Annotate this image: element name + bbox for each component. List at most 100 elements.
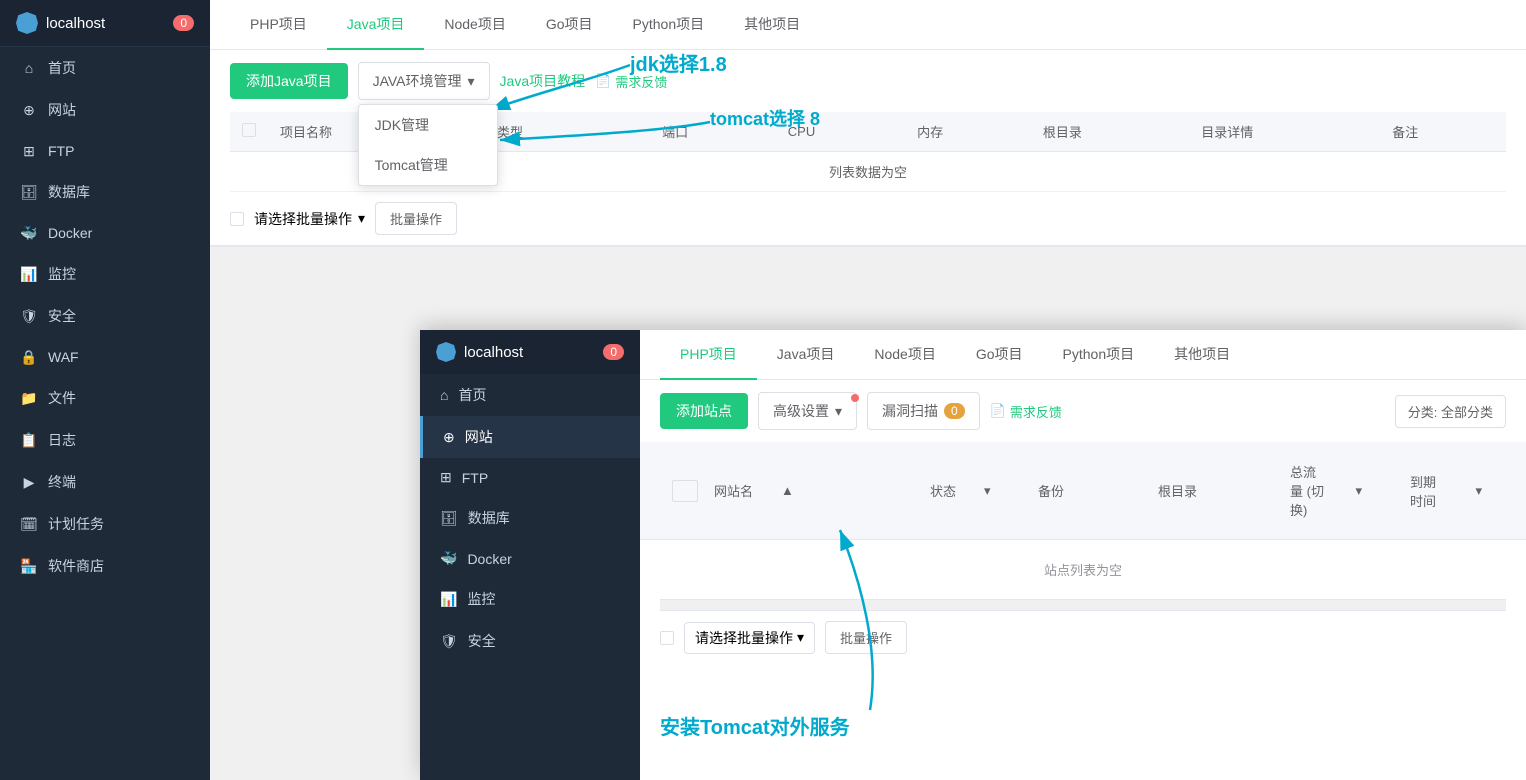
sidebar: localhost 0 ⌂ 首页 ⊕ 网站 ⊞ FTP 🗄 数据库 🐳 Dock… [0,0,210,780]
batch-chevron-icon: ▾ [358,210,365,227]
expire-chevron-icon: ▾ [1463,473,1494,509]
second-sidebar-docker[interactable]: 🐳 Docker [420,539,640,578]
second-monitor-icon: 📊 [440,591,457,608]
second-bottom-checkbox[interactable] [660,631,674,645]
second-window: localhost 0 ⌂ 首页 ⊕ 网站 ⊞ FTP 🗄 [420,330,1526,780]
second-tab-other[interactable]: 其他项目 [1154,330,1250,380]
second-logo-text: localhost [464,344,523,361]
second-sidebar-home[interactable]: ⌂ 首页 [420,374,640,416]
col-port: 端口 [650,112,776,152]
sidebar-menu: ⌂ 首页 ⊕ 网站 ⊞ FTP 🗄 数据库 🐳 Docker 📊 监控 🛡 安全… [0,47,210,780]
java-tutorial-button[interactable]: Java项目教程 [500,71,586,91]
col-remark: 备注 [1380,112,1506,152]
second-docker-icon: 🐳 [440,550,457,567]
sidebar-item-terminal[interactable]: ▶ 终端 [0,461,210,503]
sidebar-item-files[interactable]: 📁 文件 [0,377,210,419]
col-total-traffic: 总流量 (切换) ▾ [1266,442,1386,539]
dropdown-item-tomcat[interactable]: Tomcat管理 [359,145,497,185]
sidebar-item-waf[interactable]: 🔒 WAF [0,337,210,377]
second-sidebar-database[interactable]: 🗄 数据库 [420,497,640,539]
sidebar-item-website[interactable]: ⊕ 网站 [0,89,210,131]
sidebar-item-label: 安全 [48,306,76,326]
file-icon: 📁 [20,389,38,407]
terminal-icon: ▶ [20,473,38,491]
batch-action-button[interactable]: 批量操作 [375,202,457,235]
annotation-install-tomcat: 安装Tomcat对外服务 [660,711,850,740]
sidebar-item-label: 文件 [48,388,76,408]
advanced-settings-wrapper: 高级设置 ▾ [758,392,857,430]
second-table-empty: 站点列表为空 [640,540,1526,599]
add-java-button[interactable]: 添加Java项目 [230,63,348,99]
tab-php[interactable]: PHP项目 [230,0,327,50]
add-site-button[interactable]: 添加站点 [660,393,748,429]
sidebar-item-monitor[interactable]: 📊 监控 [0,253,210,295]
second-sidebar-monitor[interactable]: 📊 监控 [420,578,640,620]
second-sidebar-label: Docker [467,551,511,567]
second-sidebar-label: FTP [462,470,488,486]
sidebar-item-home[interactable]: ⌂ 首页 [0,47,210,89]
sidebar-item-label: 计划任务 [48,514,104,534]
sidebar-item-cron[interactable]: 🗓 计划任务 [0,503,210,545]
second-sidebar-label: 首页 [458,385,486,405]
tab-python[interactable]: Python项目 [613,0,725,50]
sidebar-logo-text: localhost [46,15,105,32]
sidebar-item-label: 首页 [48,58,76,78]
sidebar-header: localhost 0 [0,0,210,47]
second-batch-button[interactable]: 批量操作 [825,621,907,654]
select-all-checkbox[interactable] [242,123,256,137]
second-toolbar: 添加站点 高级设置 ▾ 漏洞扫描 0 📄 需求反馈 分类: 全部分类 [640,380,1526,442]
second-tab-node[interactable]: Node项目 [854,330,955,380]
dropdown-item-jdk[interactable]: JDK管理 [359,105,497,145]
col-memory: 内存 [905,112,1031,152]
col-backup: 备份 [1026,442,1146,539]
sidebar-item-security[interactable]: 🛡 安全 [0,295,210,337]
second-tab-python[interactable]: Python项目 [1043,330,1155,380]
bottom-select-all[interactable] [230,212,244,226]
horizontal-scrollbar[interactable] [660,599,1506,611]
sidebar-item-database[interactable]: 🗄 数据库 [0,171,210,213]
docker-icon: 🐳 [20,224,38,242]
tab-node[interactable]: Node项目 [424,0,525,50]
advanced-label: 高级设置 [773,401,829,421]
sidebar-item-store[interactable]: 🏪 软件商店 [0,545,210,587]
tab-go[interactable]: Go项目 [526,0,613,50]
vuln-badge: 0 [944,403,965,419]
batch-select-placeholder: 请选择批量操作 [254,209,352,229]
second-sidebar-ftp[interactable]: ⊞ FTP [420,458,640,497]
second-tab-go[interactable]: Go项目 [956,330,1043,380]
second-sidebar-website[interactable]: ⊕ 网站 [420,416,640,458]
sidebar-item-logs[interactable]: 📋 日志 [0,419,210,461]
tab-java[interactable]: Java项目 [327,0,425,50]
advanced-settings-button[interactable]: 高级设置 ▾ [758,392,857,430]
classify-button[interactable]: 分类: 全部分类 [1395,395,1506,428]
advanced-red-dot [851,394,859,402]
second-sidebar-label: 网站 [465,427,493,447]
col-cpu: CPU [776,112,905,152]
sidebar-item-label: Docker [48,225,92,241]
second-feedback-button[interactable]: 📄 需求反馈 [990,402,1062,421]
second-globe-icon: ⊕ [443,429,455,446]
second-bottom-toolbar: 请选择批量操作 ▾ 批量操作 [640,611,1526,664]
second-tab-php[interactable]: PHP项目 [660,330,757,380]
store-icon: 🏪 [20,557,38,575]
vuln-scan-label: 漏洞扫描 [882,401,938,421]
second-sidebar-menu: ⌂ 首页 ⊕ 网站 ⊞ FTP 🗄 数据库 🐳 Docker [420,374,640,662]
sidebar-item-label: FTP [48,143,74,159]
tab-other[interactable]: 其他项目 [724,0,820,50]
col-root-dir: 根目录 [1146,442,1266,539]
java-env-button[interactable]: JAVA环境管理 ▾ [358,62,490,100]
second-tab-java[interactable]: Java项目 [757,330,855,380]
sidebar-item-ftp[interactable]: ⊞ FTP [0,131,210,171]
second-batch-chevron: ▾ [797,629,804,646]
feedback-button[interactable]: 📄 需求反馈 [595,72,667,91]
chevron-down-icon: ▾ [468,73,475,90]
second-table-header: 网站名 ▲ 状态 ▾ 备份 根目录 总流量 (切换) ▾ 到期时间 ▾ [640,442,1526,540]
sidebar-item-docker[interactable]: 🐳 Docker [0,213,210,253]
vuln-scan-button[interactable]: 漏洞扫描 0 [867,392,980,430]
feedback-label: 需求反馈 [615,72,667,91]
second-sidebar-security[interactable]: 🛡 安全 [420,620,640,662]
ftp-icon: ⊞ [20,142,38,160]
toolbar: 添加Java项目 JAVA环境管理 ▾ JDK管理 Tomcat管理 Java项… [210,50,1526,112]
doc-icon: 📄 [595,73,611,89]
second-batch-select: 请选择批量操作 ▾ [684,622,815,654]
